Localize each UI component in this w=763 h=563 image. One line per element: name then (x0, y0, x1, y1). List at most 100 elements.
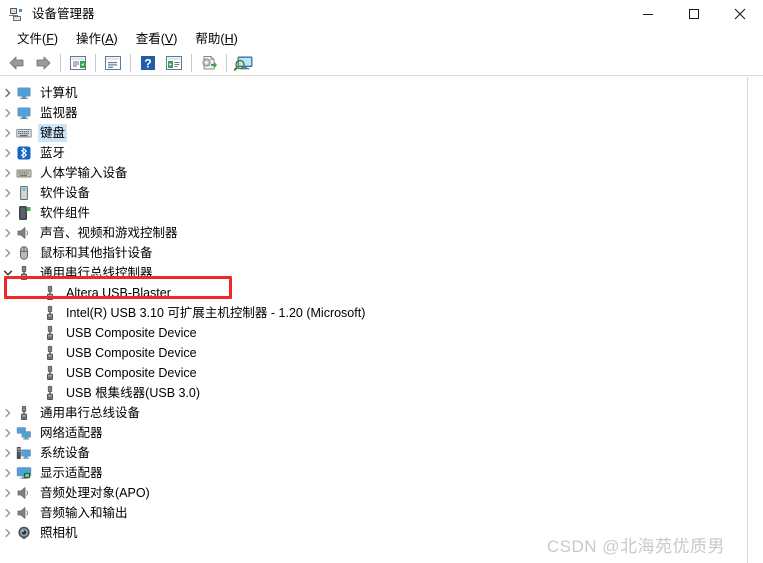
window-title: 设备管理器 (32, 7, 95, 21)
chevron-right-icon[interactable] (0, 203, 16, 223)
usb-icon (16, 265, 32, 281)
chevron-right-icon[interactable] (0, 163, 16, 183)
watermark-text: CSDN @北海苑优质男 (546, 537, 725, 556)
show-hidden-button[interactable] (101, 52, 125, 74)
device-manager-icon (8, 6, 24, 22)
speaker-icon (16, 225, 32, 241)
tree-row[interactable]: USB 根集线器(USB 3.0) (0, 383, 747, 403)
menu-help[interactable]: 帮助(H) (186, 29, 246, 49)
tree-row-label: 监视器 (40, 106, 78, 120)
speaker-icon (16, 505, 32, 521)
details-button[interactable] (162, 52, 186, 74)
software-device-icon (16, 185, 32, 201)
chevron-right-icon[interactable] (0, 183, 16, 203)
minimize-button[interactable] (625, 0, 671, 28)
device-manager-window: 设备管理器 文件(F) 操作(A) 查看(V) 帮助(H) ? 计算机 监视器 … (0, 0, 763, 563)
tree-row[interactable]: USB Composite Device (0, 343, 747, 363)
toolbar: ? (0, 50, 763, 76)
tree-row[interactable]: 蓝牙 (0, 143, 747, 163)
menu-file[interactable]: 文件(F) (8, 29, 67, 49)
scan-hardware-button[interactable] (232, 52, 256, 74)
close-button[interactable] (717, 0, 763, 28)
chevron-right-icon[interactable] (0, 423, 16, 443)
tree-row[interactable]: 软件组件 (0, 203, 747, 223)
tree-row-label: Altera USB-Blaster (66, 286, 171, 300)
chevron-right-icon[interactable] (0, 123, 16, 143)
tree-row-label: 人体学输入设备 (40, 166, 128, 180)
bluetooth-icon (16, 145, 32, 161)
tree-row[interactable]: 鼠标和其他指针设备 (0, 243, 747, 263)
forward-arrow-icon (33, 55, 53, 71)
menu-view-text: 查看 (135, 32, 161, 46)
scan-monitor-icon (234, 55, 254, 71)
tree-row[interactable]: 音频处理对象(APO) (0, 483, 747, 503)
content-area: 计算机 监视器 键盘 蓝牙 人体学输入设备 软件设备 软件组件 声音、视频和游戏… (0, 76, 763, 563)
maximize-button[interactable] (671, 0, 717, 28)
update-driver-button[interactable] (197, 52, 221, 74)
tree-row-label: 软件设备 (40, 186, 91, 200)
tree-row[interactable]: 显示适配器 (0, 463, 747, 483)
tree-row[interactable]: 监视器 (0, 103, 747, 123)
usb-icon (42, 365, 58, 381)
tree-row-label: 显示适配器 (40, 466, 103, 480)
tree-row-label: 通用串行总线控制器 (40, 266, 153, 280)
menu-view-accel: V (164, 32, 174, 46)
tree-row[interactable]: Intel(R) USB 3.10 可扩展主机控制器 - 1.20 (Micro… (0, 303, 747, 323)
chevron-right-icon[interactable] (0, 443, 16, 463)
chevron-right-icon[interactable] (0, 223, 16, 243)
tree-row[interactable]: USB Composite Device (0, 363, 747, 383)
tree-row-label: USB Composite Device (66, 346, 197, 360)
device-tree[interactable]: 计算机 监视器 键盘 蓝牙 人体学输入设备 软件设备 软件组件 声音、视频和游戏… (0, 77, 747, 563)
tree-row[interactable]: 音频输入和输出 (0, 503, 747, 523)
tree-row-label: USB 根集线器(USB 3.0) (66, 386, 201, 400)
properties-button[interactable] (66, 52, 90, 74)
tree-row-altera-usb-blaster[interactable]: Altera USB-Blaster (0, 283, 747, 303)
tree-row-label: USB Composite Device (66, 326, 197, 340)
toolbar-separator-4 (191, 53, 192, 72)
toolbar-separator-5 (226, 53, 227, 72)
tree-row-keyboard[interactable]: 键盘 (0, 123, 747, 143)
monitor-icon (16, 85, 32, 101)
chevron-right-icon[interactable] (0, 83, 16, 103)
chevron-right-icon[interactable] (0, 103, 16, 123)
tree-row[interactable]: 人体学输入设备 (0, 163, 747, 183)
tree-row[interactable]: 软件设备 (0, 183, 747, 203)
back-button[interactable] (5, 52, 29, 74)
menu-action[interactable]: 操作(A) (67, 29, 127, 49)
chevron-right-icon[interactable] (0, 463, 16, 483)
chevron-right-icon[interactable] (0, 503, 16, 523)
tree-row-label: 系统设备 (40, 446, 91, 460)
speaker-icon (16, 485, 32, 501)
tree-row[interactable]: USB Composite Device (0, 323, 747, 343)
display-adapter-icon (16, 465, 32, 481)
network-icon (16, 425, 32, 441)
chevron-right-icon[interactable] (0, 483, 16, 503)
chevron-down-icon[interactable] (0, 263, 16, 283)
help-button[interactable]: ? (136, 52, 160, 74)
tree-row[interactable]: 系统设备 (0, 443, 747, 463)
tree-row[interactable]: 通用串行总线设备 (0, 403, 747, 423)
chevron-right-icon[interactable] (0, 403, 16, 423)
back-arrow-icon (7, 55, 27, 71)
tree-row-label: 鼠标和其他指针设备 (40, 246, 153, 260)
chevron-right-icon[interactable] (0, 143, 16, 163)
menu-help-accel: H (224, 32, 234, 46)
tree-row-label: 软件组件 (40, 206, 91, 220)
details-window-icon (165, 55, 183, 71)
tree-row-label: 通用串行总线设备 (40, 406, 141, 420)
chevron-right-icon[interactable] (0, 243, 16, 263)
tree-row[interactable]: 计算机 (0, 83, 747, 103)
usb-icon (16, 405, 32, 421)
system-device-icon (16, 445, 32, 461)
tree-row[interactable]: 声音、视频和游戏控制器 (0, 223, 747, 243)
menu-view[interactable]: 查看(V) (127, 29, 187, 49)
tree-row-usb-controllers[interactable]: 通用串行总线控制器 (0, 263, 747, 283)
title-bar: 设备管理器 (0, 0, 763, 28)
tree-row[interactable]: 网络适配器 (0, 423, 747, 443)
camera-icon (16, 525, 32, 541)
menu-action-text: 操作 (76, 32, 102, 46)
forward-button[interactable] (31, 52, 55, 74)
tree-row-label: Intel(R) USB 3.10 可扩展主机控制器 - 1.20 (Micro… (66, 306, 366, 320)
chevron-right-icon[interactable] (0, 523, 16, 543)
menu-help-text: 帮助 (195, 32, 221, 46)
